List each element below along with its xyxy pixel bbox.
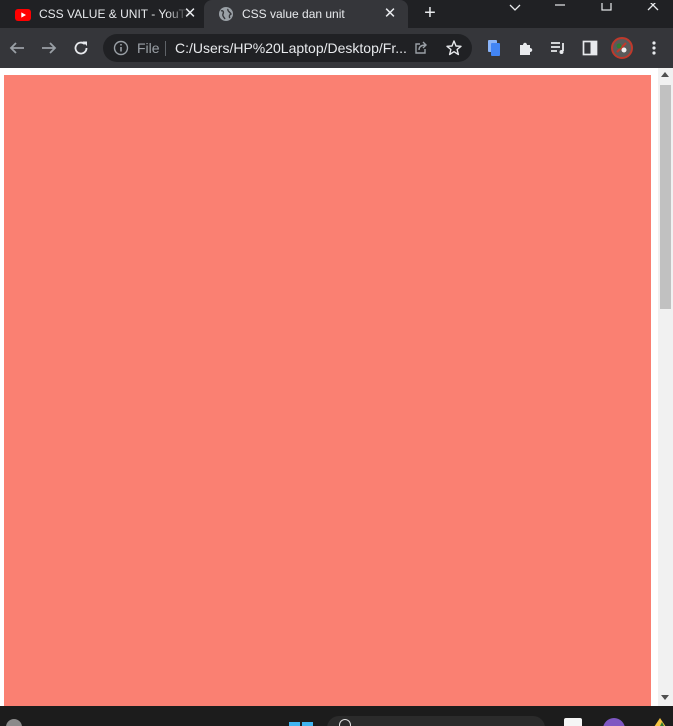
new-tab-button[interactable]: + bbox=[419, 3, 441, 25]
page-viewport bbox=[0, 68, 673, 706]
start-icon[interactable] bbox=[289, 719, 313, 726]
salmon-box bbox=[4, 75, 651, 706]
media-playlist-icon[interactable] bbox=[546, 36, 570, 60]
weather-icon[interactable] bbox=[6, 719, 22, 726]
tab-strip: CSS VALUE & UNIT - YouTube ✕ CSS value d… bbox=[0, 0, 673, 28]
youtube-icon bbox=[15, 8, 31, 21]
windows-taskbar bbox=[0, 706, 673, 726]
bookmark-star-icon[interactable] bbox=[445, 39, 463, 57]
close-tab-icon[interactable]: ✕ bbox=[382, 6, 398, 22]
omnibox-divider bbox=[165, 41, 166, 56]
scroll-up-icon[interactable] bbox=[661, 72, 669, 77]
url-text[interactable]: C:/Users/HP%20Laptop/Desktop/Fr... bbox=[175, 41, 407, 55]
extension-doc-icon[interactable] bbox=[482, 36, 506, 60]
security-label: File bbox=[137, 40, 160, 56]
forward-icon[interactable] bbox=[37, 36, 61, 60]
info-icon[interactable] bbox=[113, 40, 129, 56]
minimize-icon[interactable] bbox=[545, 0, 575, 14]
tab-css-value-dan-unit[interactable]: CSS value dan unit ✕ bbox=[204, 0, 408, 28]
search-icon bbox=[339, 719, 351, 726]
close-tab-icon[interactable]: ✕ bbox=[182, 6, 198, 22]
address-bar[interactable]: File C:/Users/HP%20Laptop/Desktop/Fr... bbox=[103, 34, 472, 62]
tab-title: CSS VALUE & UNIT - YouTube bbox=[39, 7, 189, 21]
scrollbar-thumb[interactable] bbox=[660, 85, 671, 309]
share-icon[interactable] bbox=[413, 40, 429, 56]
menu-kebab-icon[interactable] bbox=[642, 36, 666, 60]
tab-youtube[interactable]: CSS VALUE & UNIT - YouTube ✕ bbox=[0, 0, 204, 28]
globe-icon bbox=[218, 6, 234, 22]
side-panel-icon[interactable] bbox=[578, 36, 602, 60]
extensions-puzzle-icon[interactable] bbox=[514, 36, 538, 60]
back-icon[interactable] bbox=[5, 36, 29, 60]
scroll-down-icon[interactable] bbox=[661, 695, 669, 700]
reload-icon[interactable] bbox=[69, 36, 93, 60]
taskbar-app-white-icon[interactable] bbox=[564, 718, 582, 726]
vertical-scrollbar[interactable] bbox=[658, 68, 673, 706]
taskbar-app-purple-icon[interactable] bbox=[603, 718, 625, 726]
tab-search-icon[interactable] bbox=[500, 0, 530, 14]
taskbar-app-yellow-icon[interactable] bbox=[650, 716, 670, 726]
browser-toolbar: File C:/Users/HP%20Laptop/Desktop/Fr... bbox=[0, 28, 673, 68]
maximize-icon[interactable] bbox=[591, 0, 621, 14]
profile-avatar-icon[interactable] bbox=[610, 36, 634, 60]
taskbar-search-box[interactable] bbox=[327, 716, 545, 726]
tab-title: CSS value dan unit bbox=[242, 7, 345, 21]
close-window-icon[interactable] bbox=[638, 0, 668, 14]
